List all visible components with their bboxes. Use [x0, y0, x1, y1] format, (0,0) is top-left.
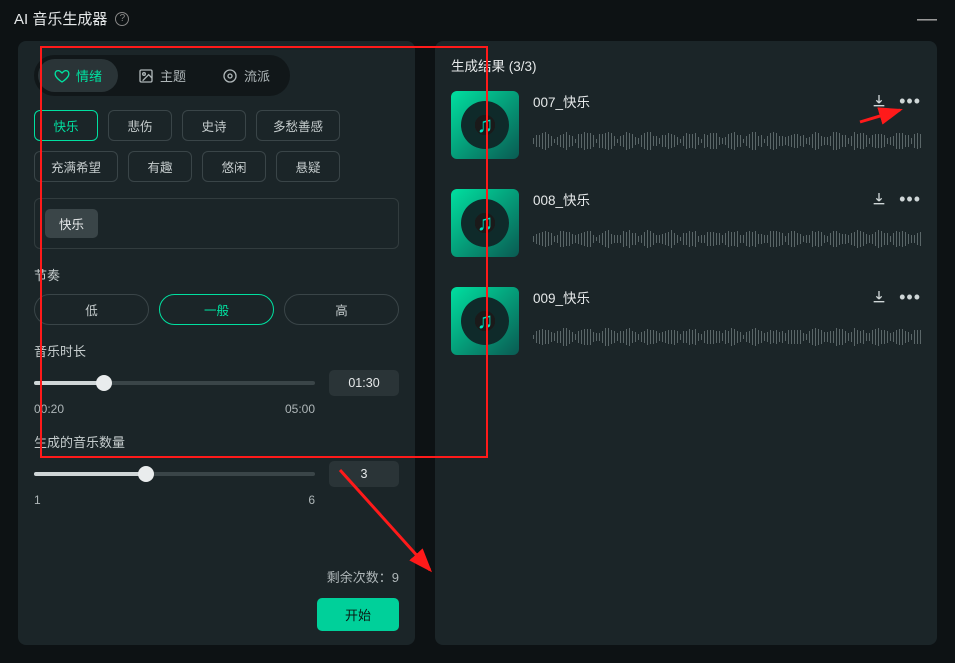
result-title: 007_快乐 — [533, 91, 590, 111]
slider-thumb[interactable] — [96, 375, 112, 391]
app-title: AI 音乐生成器 — [14, 8, 107, 29]
config-panel: 情绪 主题 流派 快乐 悲伤 史诗 多愁善感 充满希望 有趣 悠闲 悬疑 快乐 … — [18, 41, 415, 645]
category-tabs: 情绪 主题 流派 — [34, 55, 290, 96]
help-icon[interactable]: ? — [115, 12, 129, 26]
tab-genre[interactable]: 流派 — [206, 59, 286, 92]
results-panel: 生成结果 (3/3) ♫ 007_快乐 ••• — [435, 41, 937, 645]
remaining-count: 剩余次数：9 — [34, 567, 399, 586]
slider-thumb[interactable] — [138, 466, 154, 482]
mood-chip[interactable]: 充满希望 — [34, 151, 118, 182]
tab-theme[interactable]: 主题 — [122, 59, 202, 92]
selected-tag[interactable]: 快乐 — [45, 209, 98, 238]
result-thumbnail[interactable]: ♫ — [451, 287, 519, 355]
music-note-icon: ♫ — [477, 112, 494, 138]
tempo-option-low[interactable]: 低 — [34, 294, 149, 325]
result-item: ♫ 009_快乐 ••• — [451, 287, 921, 355]
mood-chip[interactable]: 悬疑 — [276, 151, 340, 182]
minimize-button[interactable]: — — [913, 14, 941, 24]
result-thumbnail[interactable]: ♫ — [451, 91, 519, 159]
tab-label: 主题 — [160, 66, 186, 85]
mood-chip[interactable]: 多愁善感 — [256, 110, 340, 141]
count-label: 生成的音乐数量 — [34, 432, 399, 451]
result-thumbnail[interactable]: ♫ — [451, 189, 519, 257]
mood-chip-row: 快乐 悲伤 史诗 多愁善感 充满希望 有趣 悠闲 悬疑 — [34, 110, 399, 182]
duration-min: 00:20 — [34, 402, 64, 416]
start-button[interactable]: 开始 — [317, 598, 399, 631]
tempo-option-high[interactable]: 高 — [284, 294, 399, 325]
mood-chip[interactable]: 悠闲 — [202, 151, 266, 182]
count-value: 3 — [329, 461, 399, 487]
duration-label: 音乐时长 — [34, 341, 399, 360]
download-icon — [871, 93, 887, 109]
mood-chip[interactable]: 有趣 — [128, 151, 192, 182]
disc-icon — [222, 68, 238, 84]
count-max: 6 — [308, 493, 315, 507]
results-header: 生成结果 (3/3) — [451, 55, 921, 75]
title-bar: AI 音乐生成器 ? — — [0, 0, 955, 35]
tab-mood[interactable]: 情绪 — [38, 59, 118, 92]
count-slider[interactable] — [34, 472, 315, 476]
mood-chip[interactable]: 史诗 — [182, 110, 246, 141]
duration-max: 05:00 — [285, 402, 315, 416]
mood-chip[interactable]: 悲伤 — [108, 110, 172, 141]
more-button[interactable]: ••• — [899, 291, 921, 303]
tempo-option-mid[interactable]: 一般 — [159, 294, 274, 325]
tab-label: 流派 — [244, 66, 270, 85]
image-icon — [138, 68, 154, 84]
more-button[interactable]: ••• — [899, 95, 921, 107]
waveform[interactable] — [533, 227, 921, 251]
result-title: 009_快乐 — [533, 287, 590, 307]
heart-icon — [54, 68, 70, 84]
waveform[interactable] — [533, 325, 921, 349]
tempo-row: 低 一般 高 — [34, 294, 399, 325]
download-button[interactable] — [871, 289, 887, 305]
result-item: ♫ 007_快乐 ••• — [451, 91, 921, 159]
selected-tags-box: 快乐 — [34, 198, 399, 249]
download-button[interactable] — [871, 93, 887, 109]
mood-chip[interactable]: 快乐 — [34, 110, 98, 141]
duration-value: 01:30 — [329, 370, 399, 396]
download-icon — [871, 289, 887, 305]
waveform[interactable] — [533, 129, 921, 153]
music-note-icon: ♫ — [477, 308, 494, 334]
music-note-icon: ♫ — [477, 210, 494, 236]
download-icon — [871, 191, 887, 207]
duration-slider[interactable] — [34, 381, 315, 385]
tab-label: 情绪 — [76, 66, 102, 85]
more-button[interactable]: ••• — [899, 193, 921, 205]
tempo-label: 节奏 — [34, 265, 399, 284]
download-button[interactable] — [871, 191, 887, 207]
result-item: ♫ 008_快乐 ••• — [451, 189, 921, 257]
count-min: 1 — [34, 493, 41, 507]
result-title: 008_快乐 — [533, 189, 590, 209]
